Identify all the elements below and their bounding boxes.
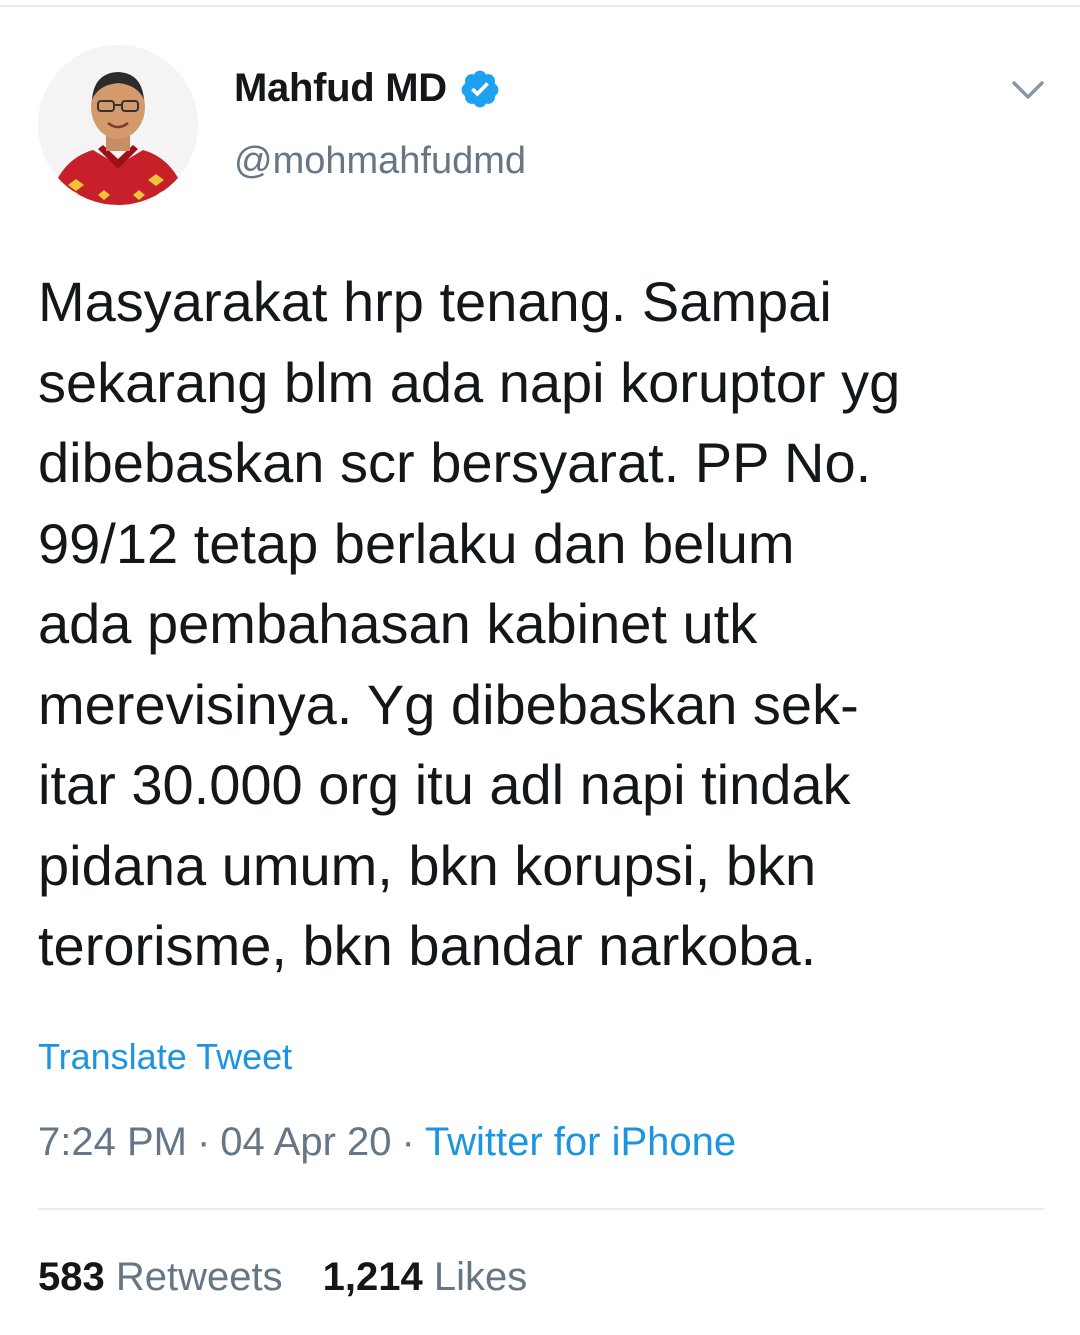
tweet-text-line: pidana umum, bkn korupsi, bkn [38,833,817,897]
tweet-date[interactable]: 04 Apr 20 [220,1120,391,1164]
meta-separator: · [401,1120,415,1164]
chevron-down-icon[interactable] [1008,72,1048,108]
tweet-text-line: merevisinya. Yg dibebaskan sek- [38,672,859,736]
likes-label: Likes [433,1255,528,1299]
tweet-meta: 7:24 PM · 04 Apr 20 · Twitter for iPhone [38,1120,736,1165]
top-divider [0,5,1080,7]
stats-divider [38,1208,1044,1210]
avatar[interactable] [38,45,198,205]
tweet-time[interactable]: 7:24 PM [38,1120,187,1164]
meta-separator: · [196,1120,211,1164]
tweet-text-line: itar 30.000 org itu adl napi tindak [38,753,851,816]
tweet-text-line: sekarang blm ada napi koruptor yg [38,350,901,414]
verified-badge-icon [459,68,501,110]
author-display-name[interactable]: Mahfud MD [234,66,447,111]
tweet-text-line: dibebaskan scr bersyarat. PP No. [38,431,872,494]
author-name-row[interactable]: Mahfud MD [234,66,501,111]
tweet-text-line: Masyarakat hrp tenang. Sampai [38,270,832,333]
retweets-stat[interactable]: 583 Retweets [38,1255,283,1299]
tweet-source-link[interactable]: Twitter for iPhone [425,1120,736,1164]
tweet-text-line: 99/12 tetap berlaku dan belum [38,511,795,575]
tweet-text-line: terorisme, bkn bandar narkoba. [38,914,817,977]
avatar-image [38,45,198,205]
tweet-stats: 583 Retweets 1,214 Likes [38,1255,567,1300]
translate-tweet-link[interactable]: Translate Tweet [38,1036,292,1078]
likes-count: 1,214 [322,1255,423,1299]
retweets-label: Retweets [115,1255,283,1299]
retweets-count: 583 [38,1255,105,1299]
tweet-text-line: ada pembahasan kabinet utk [38,592,758,655]
likes-stat[interactable]: 1,214 Likes [323,1255,528,1299]
tweet-text: Masyarakat hrp tenang. Sampai sekarang b… [38,262,1058,987]
author-handle[interactable]: @mohmahfudmd [234,140,526,183]
